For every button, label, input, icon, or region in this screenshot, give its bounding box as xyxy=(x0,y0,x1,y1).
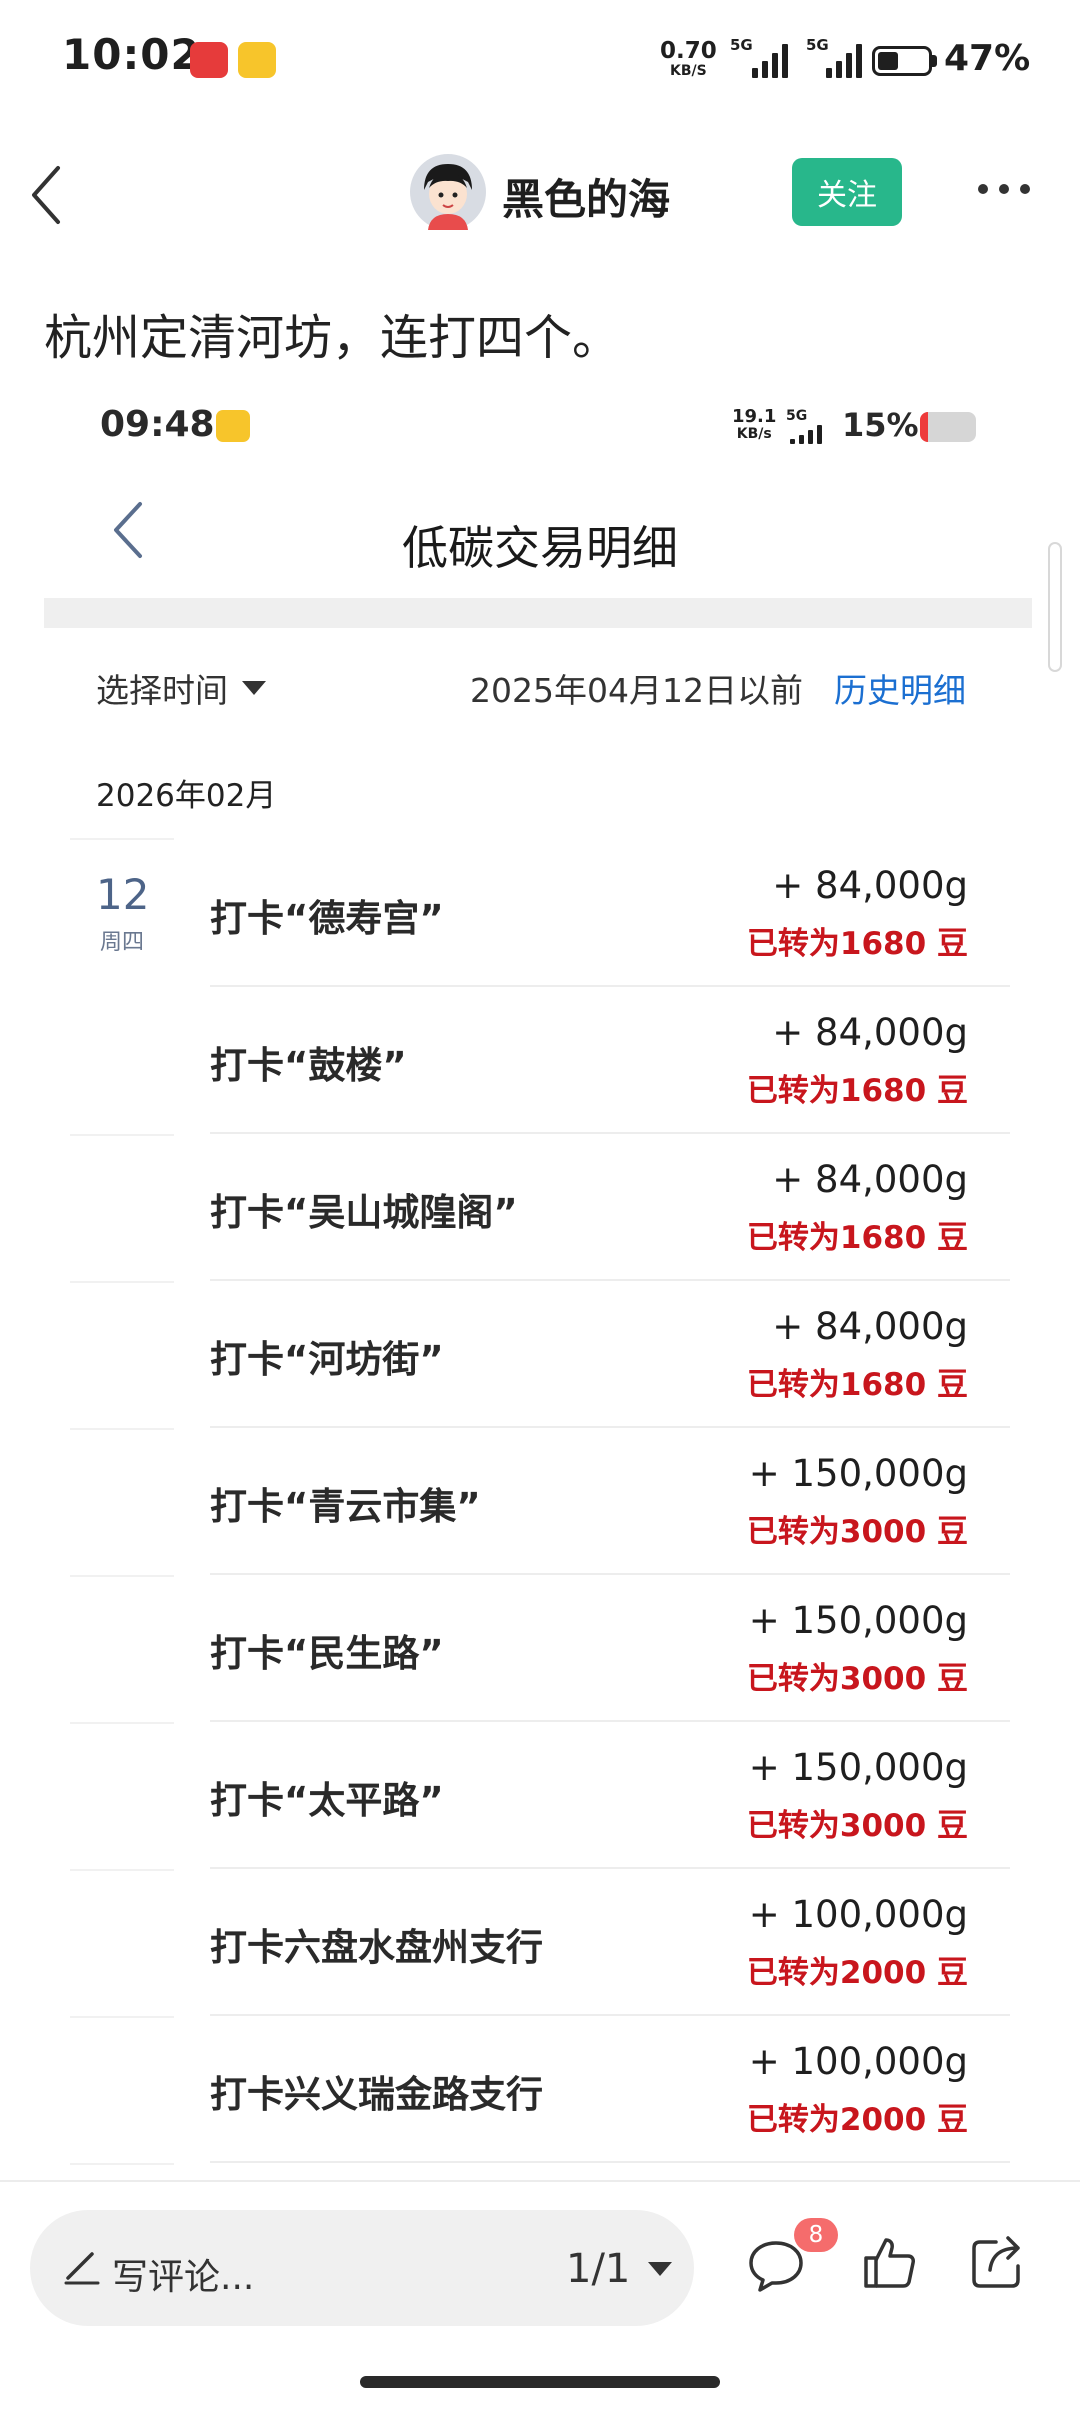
transaction-label: 打卡“德寿宫” xyxy=(210,897,444,940)
left-column-line xyxy=(70,1722,174,1724)
inner-battery-percent: 15% xyxy=(842,406,919,444)
post-text: 杭州定清河坊，连打四个。 xyxy=(44,310,621,366)
month-header: 2026年02月 xyxy=(96,778,277,814)
share-icon[interactable] xyxy=(966,2232,1026,2292)
transaction-beans: 已转为1680 豆 xyxy=(746,1220,968,1256)
transaction-row[interactable]: 打卡“吴山城隍阁” + 84,000g 已转为1680 豆 xyxy=(210,1134,1010,1281)
comment-count-badge: 8 xyxy=(794,2218,838,2252)
select-time-button[interactable]: 选择时间 xyxy=(96,664,266,712)
left-column-line xyxy=(70,1134,174,1136)
left-column-line xyxy=(70,1428,174,1430)
net-speed: 0.70 KB/S xyxy=(660,38,717,80)
day-weekday: 周四 xyxy=(99,930,144,955)
like-icon[interactable] xyxy=(862,2234,918,2292)
transaction-row[interactable]: 打卡“青云市集” + 150,000g 已转为3000 豆 xyxy=(210,1428,1010,1575)
transaction-amount: + 84,000g xyxy=(772,1011,968,1054)
transaction-amount: + 100,000g xyxy=(748,2040,968,2083)
left-column-line xyxy=(70,838,174,840)
home-indicator[interactable] xyxy=(360,2376,720,2388)
page-title: 低碳交易明细 xyxy=(402,521,678,575)
signal-icon-2 xyxy=(826,42,862,78)
inner-status-time: 09:48 xyxy=(100,404,215,445)
follow-button[interactable]: 关注 xyxy=(792,158,902,226)
avatar[interactable] xyxy=(410,154,486,230)
select-time-label: 选择时间 xyxy=(96,671,228,710)
transaction-row[interactable]: 打卡“鼓楼” + 84,000g 已转为1680 豆 xyxy=(210,987,1010,1134)
divider-band xyxy=(44,598,1032,628)
left-column-line xyxy=(70,1869,174,1871)
battery-icon xyxy=(872,46,937,76)
signal-icon xyxy=(752,42,788,78)
transaction-amount: + 150,000g xyxy=(748,1452,968,1495)
left-column-line xyxy=(70,2016,174,2018)
transaction-label: 打卡“鼓楼” xyxy=(210,1044,407,1087)
battery-percent: 47% xyxy=(944,38,1031,79)
transaction-beans: 已转为2000 豆 xyxy=(746,2102,968,2138)
transaction-label: 打卡“青云市集” xyxy=(210,1485,481,1528)
transaction-row[interactable]: 打卡“民生路” + 150,000g 已转为3000 豆 xyxy=(210,1575,1010,1722)
app-notification-icon xyxy=(190,42,228,78)
transaction-label: 打卡“太平路” xyxy=(210,1779,444,1822)
inner-battery-icon xyxy=(920,412,976,442)
left-column-line xyxy=(70,1281,174,1283)
scrollbar[interactable] xyxy=(1048,542,1062,672)
inner-net-type: 5G xyxy=(786,408,808,424)
transaction-beans: 已转为1680 豆 xyxy=(746,1073,968,1109)
caret-down-icon xyxy=(242,681,266,695)
back-button[interactable] xyxy=(28,160,68,230)
transaction-amount: + 84,000g xyxy=(772,864,968,907)
transaction-row[interactable]: 打卡兴义瑞金路支行 + 100,000g 已转为2000 豆 xyxy=(210,2016,1010,2163)
transaction-amount: + 84,000g xyxy=(772,1158,968,1201)
left-column-line xyxy=(70,1575,174,1577)
comment-placeholder[interactable]: 写评论... xyxy=(112,2248,254,2300)
app-notification-icon-2 xyxy=(238,42,276,78)
transaction-row[interactable]: 打卡“德寿宫” + 84,000g 已转为1680 豆 xyxy=(210,840,1010,987)
history-link[interactable]: 历史明细 xyxy=(834,664,966,712)
row-divider xyxy=(210,2161,1010,2163)
inner-signal-icon xyxy=(790,424,822,444)
page-indicator[interactable]: 1/1 xyxy=(566,2246,630,2292)
transaction-beans: 已转为2000 豆 xyxy=(746,1955,968,1991)
transaction-amount: + 150,000g xyxy=(748,1599,968,1642)
transaction-label: 打卡“吴山城隍阁” xyxy=(210,1191,518,1234)
author-name[interactable]: 黑色的海 xyxy=(502,166,670,227)
transaction-beans: 已转为1680 豆 xyxy=(746,1367,968,1403)
comment-icon[interactable] xyxy=(746,2238,806,2294)
transaction-label: 打卡六盘水盘州支行 xyxy=(210,1926,543,1969)
transaction-beans: 已转为3000 豆 xyxy=(746,1661,968,1697)
transaction-beans: 已转为3000 豆 xyxy=(746,1808,968,1844)
net-type-1: 5G xyxy=(730,36,753,54)
back-arrow-icon xyxy=(32,166,60,224)
caret-down-icon[interactable] xyxy=(648,2262,672,2276)
inner-net-speed: 19.1 KB/s xyxy=(732,406,777,443)
more-icon[interactable] xyxy=(978,184,1030,200)
transaction-amount: + 84,000g xyxy=(772,1305,968,1348)
transaction-label: 打卡“河坊街” xyxy=(210,1338,444,1381)
transaction-label: 打卡“民生路” xyxy=(210,1632,444,1675)
bottom-bar-divider xyxy=(0,2180,1080,2182)
transaction-beans: 已转为3000 豆 xyxy=(746,1514,968,1550)
transaction-row[interactable]: 打卡“太平路” + 150,000g 已转为3000 豆 xyxy=(210,1722,1010,1869)
transaction-row[interactable]: 打卡“河坊街” + 84,000g 已转为1680 豆 xyxy=(210,1281,1010,1428)
before-date-text: 2025年04月12日以前 xyxy=(470,671,803,710)
left-column-line xyxy=(70,2163,174,2165)
transaction-amount: + 150,000g xyxy=(748,1746,968,1789)
status-time: 10:02 xyxy=(62,30,201,79)
day-number: 12 xyxy=(96,870,150,919)
transaction-label: 打卡兴义瑞金路支行 xyxy=(210,2073,543,2116)
transaction-amount: + 100,000g xyxy=(748,1893,968,1936)
pencil-icon xyxy=(62,2246,102,2286)
transaction-row[interactable]: 打卡六盘水盘州支行 + 100,000g 已转为2000 豆 xyxy=(210,1869,1010,2016)
transaction-beans: 已转为1680 豆 xyxy=(746,926,968,962)
inner-app-icon xyxy=(216,410,250,442)
